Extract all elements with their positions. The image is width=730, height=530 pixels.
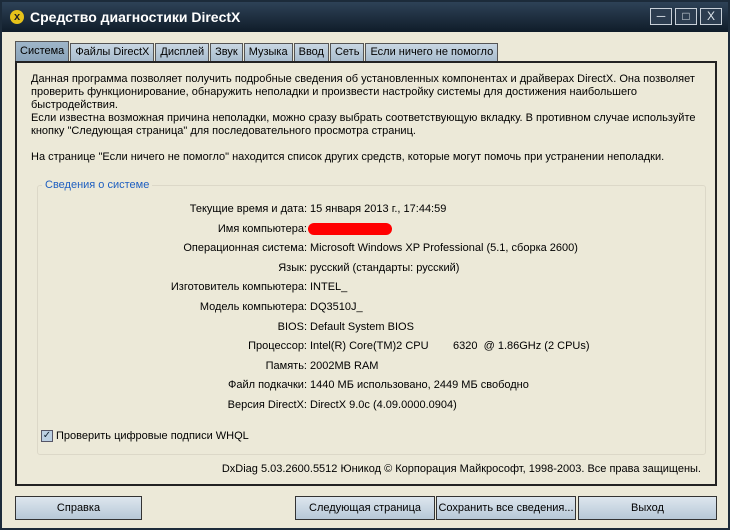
- redacted-value: [308, 222, 392, 235]
- info-row: Процессор: Intel(R) Core(TM)2 CPU 6320 @ …: [38, 340, 707, 354]
- help-button[interactable]: Справка: [15, 496, 142, 520]
- info-row: BIOS: Default System BIOS: [38, 321, 707, 335]
- info-value: Intel(R) Core(TM)2 CPU 6320 @ 1.86GHz (2…: [310, 340, 590, 353]
- tab-bar: Система Файлы DirectX Дисплей Звук Музык…: [15, 41, 499, 61]
- intro-paragraph: Если известна возможная причина неполадк…: [31, 112, 696, 137]
- info-row: Имя компьютера:: [38, 222, 707, 237]
- info-value: русский (стандарты: русский): [310, 261, 460, 274]
- info-label: Текущие время и дата:: [189, 203, 307, 215]
- system-tab-panel: Данная программа позволяет получить подр…: [15, 61, 717, 486]
- tab-network[interactable]: Сеть: [329, 43, 365, 61]
- window-title: Средство диагностики DirectX: [30, 9, 241, 25]
- info-row: Память: 2002MB RAM: [38, 360, 707, 374]
- info-value: 15 января 2013 г., 17:44:59: [310, 203, 447, 215]
- info-row: Язык: русский (стандарты: русский): [38, 262, 707, 276]
- exit-button[interactable]: Выход: [578, 496, 717, 520]
- info-row: Изготовитель компьютера: INTEL_: [38, 281, 707, 295]
- info-label: Версия DirectX:: [227, 399, 307, 411]
- info-row: Файл подкачки: 1440 МБ использовано, 2449…: [38, 379, 707, 393]
- tab-sound[interactable]: Звук: [210, 43, 243, 61]
- info-row: Версия DirectX: DirectX 9.0c (4.09.0000.0…: [38, 399, 707, 413]
- info-label: Процессор:: [248, 340, 307, 353]
- info-row: Текущие время и дата: 15 января 2013 г., …: [38, 203, 707, 217]
- minimize-button[interactable]: ─: [650, 8, 672, 25]
- info-label: BIOS:: [277, 320, 307, 333]
- maximize-button[interactable]: □: [675, 8, 697, 25]
- info-label: Имя компьютера:: [217, 222, 307, 235]
- info-value: 2002MB RAM: [310, 359, 379, 372]
- info-label: Изготовитель компьютера:: [170, 281, 307, 294]
- info-value: Microsoft Windows XP Professional (5.1, …: [310, 242, 578, 255]
- intro-text: Данная программа позволяет получить подр…: [31, 73, 711, 164]
- tab-input[interactable]: Ввод: [293, 43, 329, 61]
- info-label: Память:: [265, 359, 307, 372]
- info-value: DQ3510J_: [310, 301, 363, 313]
- tab-system[interactable]: Система: [15, 41, 70, 61]
- intro-paragraph: На странице "Если ничего не помогло" нах…: [31, 151, 665, 163]
- info-value: Default System BIOS: [310, 320, 414, 333]
- info-value: 1440 МБ использовано, 2449 МБ свободно: [310, 379, 529, 392]
- tab-display[interactable]: Дисплей: [155, 43, 210, 61]
- next-page-button[interactable]: Следующая страница: [295, 496, 435, 520]
- group-title: Сведения о системе: [42, 179, 153, 191]
- info-row: Операционная система: Microsoft Windows X…: [38, 242, 707, 256]
- info-label: Операционная система:: [183, 242, 307, 255]
- tab-more-help[interactable]: Если ничего не помогло: [365, 43, 499, 61]
- system-info-group: Сведения о системе Текущие время и дата:…: [37, 179, 707, 455]
- directx-icon: x: [10, 10, 24, 24]
- info-label: Файл подкачки:: [227, 379, 307, 392]
- copyright-footer: DxDiag 5.03.2600.5512 Юникод © Корпораци…: [221, 463, 701, 475]
- tab-directx-files[interactable]: Файлы DirectX: [70, 43, 155, 61]
- intro-paragraph: Данная программа позволяет получить подр…: [31, 73, 695, 111]
- info-label: Язык:: [278, 261, 307, 274]
- save-all-info-button[interactable]: Сохранить все сведения...: [436, 496, 576, 520]
- whql-checkbox[interactable]: ✓ Проверить цифровые подписи WHQL: [41, 430, 249, 442]
- whql-label: Проверить цифровые подписи WHQL: [56, 430, 249, 442]
- title-bar[interactable]: x Средство диагностики DirectX ─ □ X: [2, 2, 728, 32]
- dxdiag-window: x Средство диагностики DirectX ─ □ X Сис…: [0, 0, 730, 530]
- info-value: DirectX 9.0c (4.09.0000.0904): [310, 399, 457, 411]
- info-label: Модель компьютера:: [199, 301, 307, 313]
- info-row: Модель компьютера: DQ3510J_: [38, 301, 707, 315]
- checkbox-check-icon[interactable]: ✓: [41, 430, 53, 442]
- tab-music[interactable]: Музыка: [243, 43, 293, 61]
- info-value: INTEL_: [310, 281, 348, 294]
- close-button[interactable]: X: [700, 8, 722, 25]
